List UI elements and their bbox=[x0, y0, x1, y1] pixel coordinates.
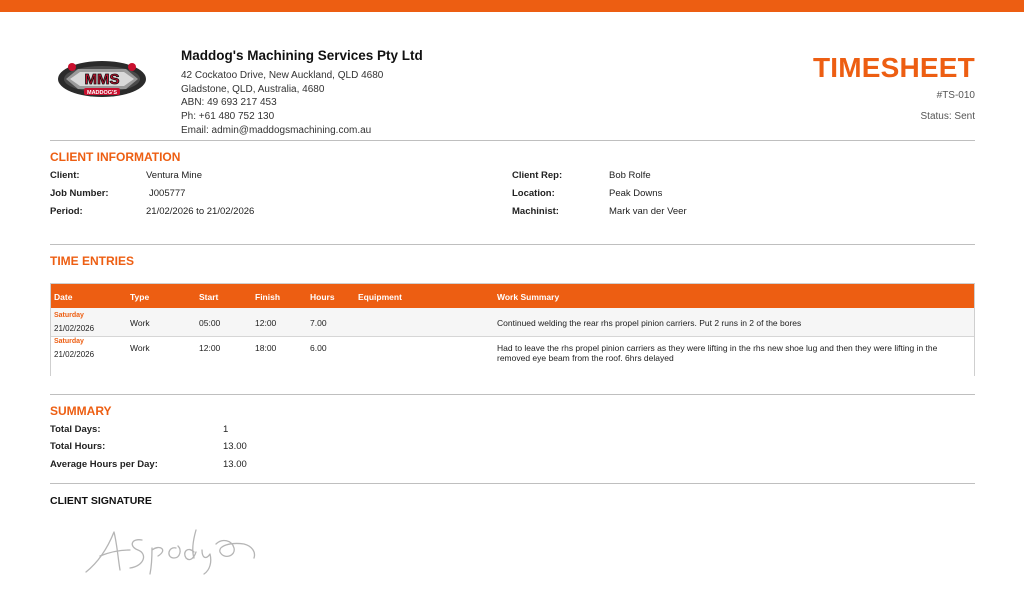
status-value: Sent bbox=[954, 111, 975, 122]
company-name: Maddog's Machining Services Pty Ltd bbox=[181, 48, 423, 63]
header-hours: Hours bbox=[310, 292, 335, 302]
company-email: Email: admin@maddogsmachining.com.au bbox=[181, 124, 372, 136]
client-value: Ventura Mine bbox=[146, 170, 202, 181]
logo-text: MMS bbox=[85, 71, 120, 88]
total-days-label: Total Days: bbox=[50, 424, 101, 435]
status-label: Status: bbox=[920, 111, 952, 122]
divider bbox=[50, 483, 975, 484]
job-number-label: Job Number: bbox=[50, 188, 109, 199]
header-type: Type bbox=[130, 292, 150, 302]
header-date: Date bbox=[54, 292, 73, 302]
row-hours: 6.00 bbox=[310, 343, 327, 353]
header-start: Start bbox=[199, 292, 219, 302]
location-label: Location: bbox=[512, 188, 555, 199]
row-finish: 18:00 bbox=[255, 343, 277, 353]
row-work-summary: Had to leave the rhs propel pinion carri… bbox=[497, 343, 938, 363]
row-date: 21/02/2026 bbox=[54, 350, 95, 359]
total-days-value: 1 bbox=[223, 424, 229, 435]
table-header: Date Type Start Finish Hours Equipment W… bbox=[51, 284, 974, 308]
time-entries-title: TIME ENTRIES bbox=[50, 254, 135, 268]
table-row: Saturday 21/02/2026 Work 05:00 12:00 7.0… bbox=[51, 308, 974, 337]
document-title: TIMESHEET bbox=[812, 52, 975, 83]
client-signature-image bbox=[85, 529, 256, 575]
row-type: Work bbox=[130, 343, 150, 353]
document-status: Status: Sent bbox=[921, 111, 976, 122]
machinist-value: Mark van der Veer bbox=[609, 206, 687, 217]
avg-hours-value: 13.00 bbox=[223, 459, 247, 470]
avg-hours-label: Average Hours per Day: bbox=[50, 459, 158, 470]
header-work-summary: Work Summary bbox=[497, 292, 560, 302]
company-logo: MMS MADDOG'S bbox=[58, 61, 146, 97]
total-hours-label: Total Hours: bbox=[50, 441, 106, 452]
client-signature-title: CLIENT SIGNATURE bbox=[50, 495, 152, 507]
row-work-summary: Continued welding the rear rhs propel pi… bbox=[497, 318, 802, 328]
client-info-title: CLIENT INFORMATION bbox=[50, 150, 181, 164]
logo-subtext: MADDOG'S bbox=[87, 90, 117, 96]
header-finish: Finish bbox=[255, 292, 281, 302]
company-address-line2: Gladstone, QLD, Australia, 4680 bbox=[181, 83, 325, 95]
divider bbox=[50, 140, 975, 141]
summary-title: SUMMARY bbox=[50, 404, 112, 418]
document-number: #TS-010 bbox=[936, 90, 975, 101]
row-start: 05:00 bbox=[199, 318, 221, 328]
time-entries-table: Date Type Start Finish Hours Equipment W… bbox=[50, 283, 975, 376]
total-hours-value: 13.00 bbox=[223, 441, 247, 452]
divider bbox=[50, 244, 975, 245]
row-day: Saturday bbox=[54, 338, 84, 345]
row-start: 12:00 bbox=[199, 343, 221, 353]
machinist-label: Machinist: bbox=[512, 206, 559, 217]
company-address-line1: 42 Cockatoo Drive, New Auckland, QLD 468… bbox=[181, 70, 384, 81]
client-rep-label: Client Rep: bbox=[512, 170, 563, 181]
table-row: Saturday 21/02/2026 Work 12:00 18:00 6.0… bbox=[51, 337, 974, 376]
job-number-value: J005777 bbox=[149, 188, 186, 199]
row-finish: 12:00 bbox=[255, 318, 277, 328]
period-label: Period: bbox=[50, 206, 83, 217]
client-rep-value: Bob Rolfe bbox=[609, 170, 651, 181]
row-day: Saturday bbox=[54, 312, 84, 319]
header-equipment: Equipment bbox=[358, 292, 402, 302]
row-hours: 7.00 bbox=[310, 318, 327, 328]
company-abn: ABN: 49 693 217 453 bbox=[181, 97, 277, 109]
row-type: Work bbox=[130, 318, 150, 328]
period-value: 21/02/2026 to 21/02/2026 bbox=[146, 206, 255, 217]
company-phone: Ph: +61 480 752 130 bbox=[181, 111, 275, 123]
divider bbox=[50, 394, 975, 395]
location-value: Peak Downs bbox=[609, 188, 663, 199]
company-block: Maddog's Machining Services Pty Ltd 42 C… bbox=[181, 48, 423, 138]
row-date: 21/02/2026 bbox=[54, 324, 95, 333]
top-accent-bar bbox=[0, 0, 1024, 12]
client-label: Client: bbox=[50, 170, 80, 181]
